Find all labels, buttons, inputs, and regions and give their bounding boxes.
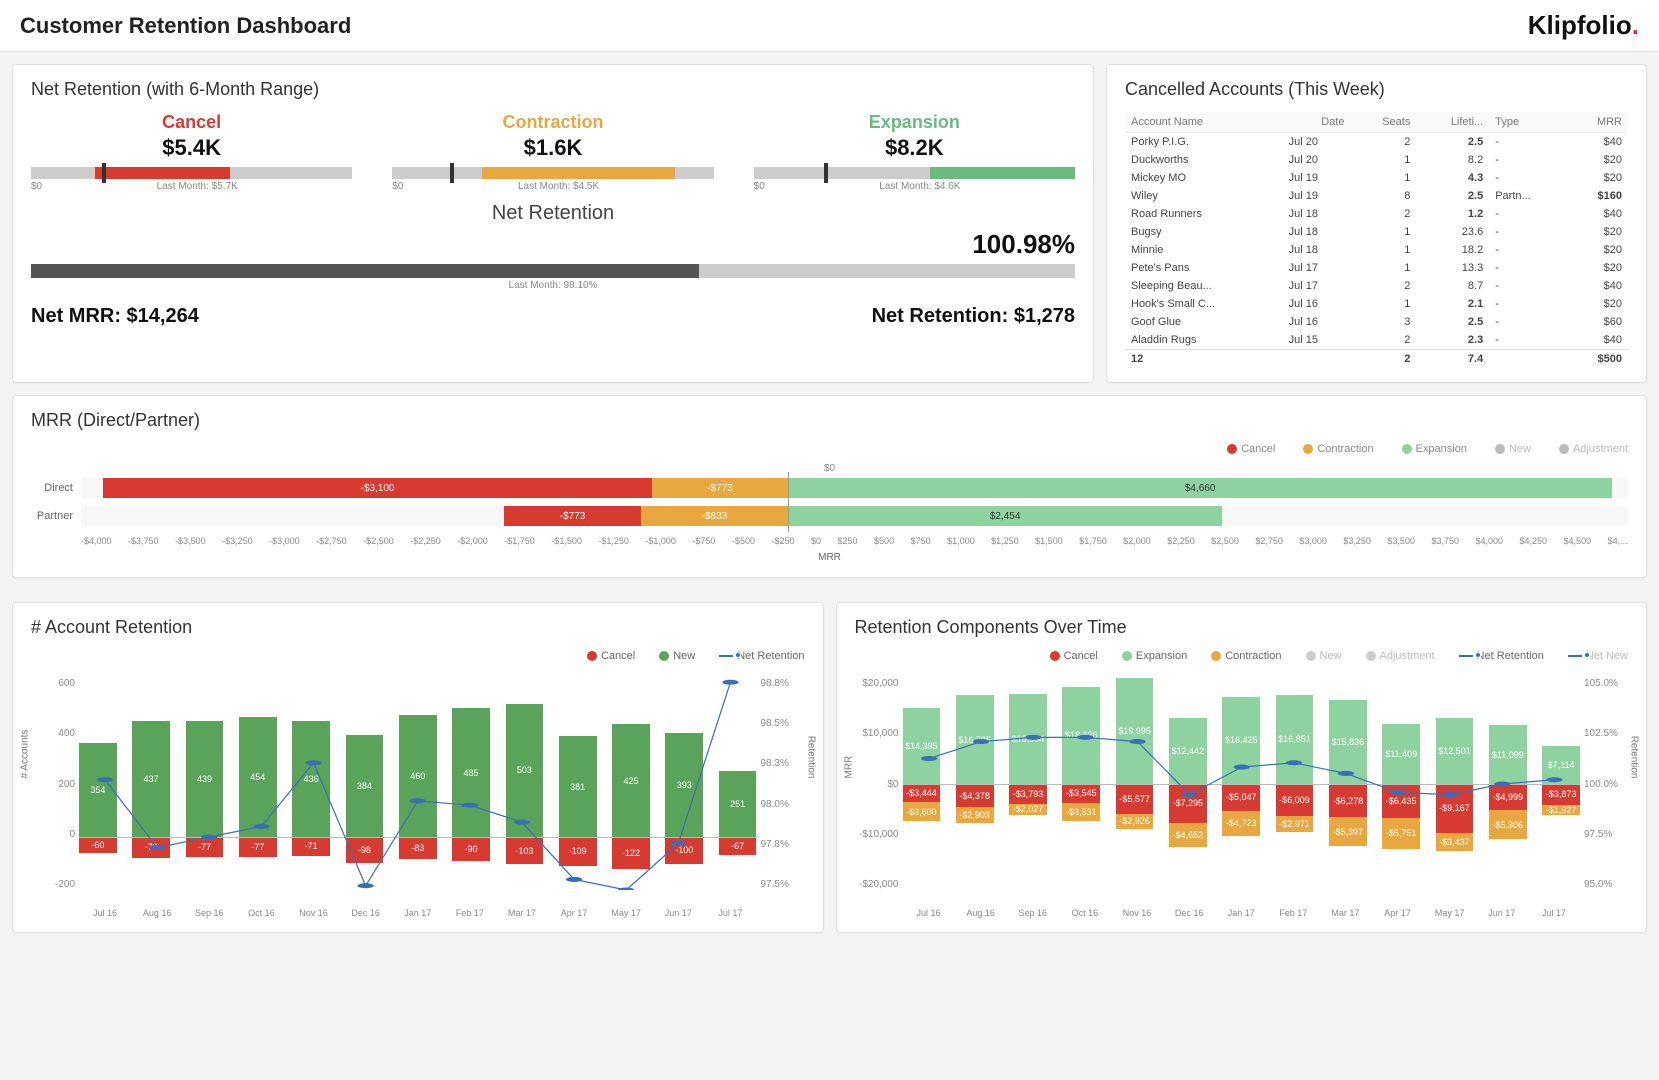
legend-line-icon — [1568, 655, 1582, 657]
table-row[interactable]: DuckworthsJul 2018.2-$20 — [1125, 151, 1628, 169]
legend-dot-icon — [659, 651, 669, 661]
page-title: Customer Retention Dashboard — [20, 13, 351, 39]
legend-item[interactable]: Contraction — [1289, 443, 1373, 455]
brand-logo: Klipfolio. — [1528, 10, 1639, 41]
retention-components-card: Retention Components Over Time Cancel Exp… — [836, 602, 1648, 933]
chart-legend: Cancel New Net Retention — [31, 650, 805, 662]
table-row[interactable]: BugsyJul 18123.6-$20 — [1125, 223, 1628, 241]
net-retention-line — [79, 678, 757, 890]
net-retention-amount: Net Retention: $1,278 — [872, 305, 1075, 328]
net-retention-value: 100.98% — [31, 229, 1075, 260]
col-header[interactable]: Lifeti... — [1416, 112, 1489, 133]
legend-item[interactable]: New — [647, 650, 695, 662]
nr-bar — [392, 167, 713, 179]
col-header[interactable]: MRR — [1567, 112, 1628, 133]
legend-item[interactable]: Net Retention — [707, 650, 804, 662]
mrr-row-track: -$773-$3,100$4,660 — [81, 478, 1628, 498]
net-mrr: Net MRR: $14,264 — [31, 305, 199, 328]
table-row[interactable]: Goof GlueJul 1632.5-$60 — [1125, 313, 1628, 331]
legend-item[interactable]: Expansion — [1110, 650, 1187, 662]
nr-value: $5.4K — [31, 135, 352, 161]
nr-value: $8.2K — [754, 135, 1075, 161]
legend-dot-icon — [1495, 444, 1505, 454]
mrr-row-track: -$833-$773$2,454 — [81, 506, 1628, 526]
legend-item[interactable]: Adjustment — [1545, 443, 1628, 455]
legend-item[interactable]: Cancel — [1038, 650, 1098, 662]
col-header[interactable]: Date — [1283, 112, 1351, 133]
legend-line-icon — [719, 655, 733, 657]
legend-item[interactable]: Adjustment — [1354, 650, 1435, 662]
card-title: Cancelled Accounts (This Week) — [1125, 79, 1628, 100]
table-row[interactable]: MinnieJul 18118.2-$20 — [1125, 241, 1628, 259]
nr-value: $1.6K — [392, 135, 713, 161]
legend-dot-icon — [1227, 444, 1237, 454]
net-retention-card: Net Retention (with 6-Month Range) Cance… — [12, 64, 1094, 383]
net-retention-line — [903, 678, 1581, 890]
legend-item[interactable]: Cancel — [575, 650, 635, 662]
card-title: # Account Retention — [31, 617, 805, 638]
mrr-card: MRR (Direct/Partner) Cancel Contraction Ex… — [12, 395, 1647, 578]
legend-dot-icon — [1303, 444, 1313, 454]
table-row[interactable]: Porky P.I.G.Jul 2022.5-$40 — [1125, 133, 1628, 152]
nr-label: Cancel — [31, 112, 352, 133]
cancelled-accounts-card: Cancelled Accounts (This Week) Account N… — [1106, 64, 1647, 383]
legend-dot-icon — [1559, 444, 1569, 454]
dashboard-header: Customer Retention Dashboard Klipfolio. — [0, 0, 1659, 52]
table-row[interactable]: Sleeping Beau...Jul 1728.7-$40 — [1125, 277, 1628, 295]
chart-legend: Cancel Expansion Contraction New Adjustment N… — [855, 650, 1629, 662]
nr-bar — [754, 167, 1075, 179]
col-header[interactable]: Account Name — [1125, 112, 1283, 133]
legend-dot-icon — [1402, 444, 1412, 454]
table-row[interactable]: Pete's PansJul 17113.3-$20 — [1125, 259, 1628, 277]
col-header[interactable]: Type — [1489, 112, 1567, 133]
retention-components-chart[interactable]: $20,000$10,000$0-$10,000-$20,000105.0%10… — [855, 668, 1629, 918]
net-retention-bar — [31, 264, 1075, 278]
table-row[interactable]: Aladdin RugsJul 1522.3-$40 — [1125, 331, 1628, 350]
account-retention-card: # Account Retention Cancel New Net Retenti… — [12, 602, 824, 933]
legend-item[interactable]: Expansion — [1388, 443, 1467, 455]
mrr-legend: Cancel Contraction Expansion New Adjustment — [31, 443, 1628, 455]
legend-item[interactable]: Net Retention — [1447, 650, 1544, 662]
table-row[interactable]: Road RunnersJul 1821.2-$40 — [1125, 205, 1628, 223]
mrr-row-label: Direct — [31, 482, 81, 494]
legend-dot-icon — [1306, 651, 1316, 661]
card-title: MRR (Direct/Partner) — [31, 410, 1628, 431]
cancelled-table: Account NameDateSeatsLifeti...TypeMRR Po… — [1125, 112, 1628, 368]
legend-dot-icon — [1050, 651, 1060, 661]
col-header[interactable]: Seats — [1350, 112, 1416, 133]
net-retention-label: Net Retention — [31, 202, 1075, 225]
legend-dot-icon — [587, 651, 597, 661]
nr-label: Expansion — [754, 112, 1075, 133]
nr-bar — [31, 167, 352, 179]
nr-label: Contraction — [392, 112, 713, 133]
legend-item[interactable]: New — [1481, 443, 1531, 455]
legend-dot-icon — [1122, 651, 1132, 661]
card-title: Net Retention (with 6-Month Range) — [31, 79, 1075, 100]
table-row[interactable]: WileyJul 1982.5Partn...$160 — [1125, 187, 1628, 205]
legend-dot-icon — [1366, 651, 1376, 661]
account-retention-chart[interactable]: 6004002000-20098.8%98.5%98.3%98.0%97.8%9… — [31, 668, 805, 918]
mrr-row-label: Partner — [31, 510, 81, 522]
legend-dot-icon — [1211, 651, 1221, 661]
legend-item[interactable]: New — [1294, 650, 1342, 662]
legend-item[interactable]: Cancel — [1213, 443, 1275, 455]
card-title: Retention Components Over Time — [855, 617, 1629, 638]
table-row[interactable]: Mickey MOJul 1914.3-$20 — [1125, 169, 1628, 187]
legend-item[interactable]: Net New — [1556, 650, 1628, 662]
legend-item[interactable]: Contraction — [1199, 650, 1281, 662]
table-row[interactable]: Hook's Small C...Jul 1612.1-$20 — [1125, 295, 1628, 313]
legend-line-icon — [1459, 655, 1473, 657]
